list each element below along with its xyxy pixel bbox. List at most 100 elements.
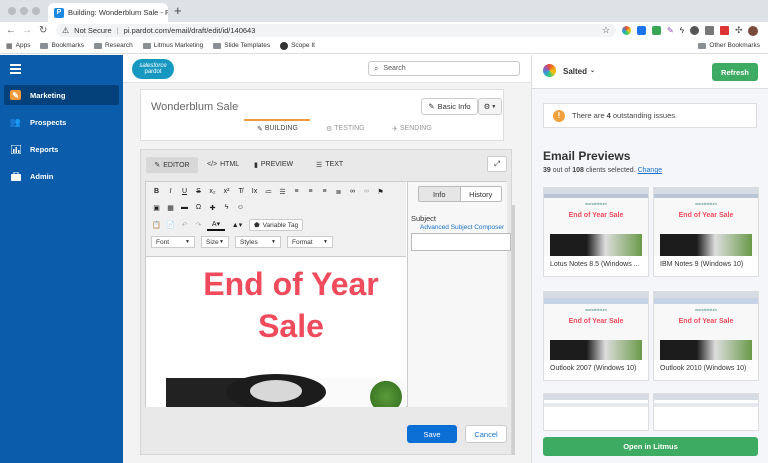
preview-card[interactable]: wonderblum End of Year Sale Lotus Notes … xyxy=(543,187,649,277)
back-icon[interactable]: ← xyxy=(6,25,16,36)
extension-icon[interactable]: ϟ xyxy=(680,26,684,35)
bookmark-star-icon[interactable]: ☆ xyxy=(602,25,610,36)
special-char-icon[interactable]: Ω xyxy=(193,202,204,213)
bookmark-litmus-marketing[interactable]: Litmus Marketing xyxy=(142,42,203,49)
tab-html[interactable]: </> HTML xyxy=(207,161,239,168)
basic-info-button[interactable]: ✎ Basic Info xyxy=(421,98,478,115)
align-right-icon[interactable]: ≡ xyxy=(319,186,330,197)
preview-card[interactable] xyxy=(653,393,759,431)
people-icon: 👥 xyxy=(9,116,22,127)
avatar[interactable] xyxy=(748,25,759,36)
email-canvas[interactable]: End of Year Sale xyxy=(146,258,406,407)
open-in-litmus-button[interactable]: Open in Litmus xyxy=(543,437,758,456)
font-select[interactable]: Font ▼ xyxy=(151,236,195,248)
align-center-icon[interactable]: ≡ xyxy=(305,186,316,197)
strikethrough-icon[interactable]: S xyxy=(193,186,204,197)
change-link[interactable]: Change xyxy=(638,167,663,174)
expand-icon[interactable]: ⤢ xyxy=(487,156,507,172)
bookmark-apps[interactable]: ▦ Apps xyxy=(6,42,30,50)
justify-icon[interactable]: ≣ xyxy=(333,186,344,197)
window-minimize-dot[interactable] xyxy=(20,7,28,15)
issues-banner[interactable]: ! There are 4 outstanding issues. xyxy=(543,103,757,128)
flag-icon[interactable]: ⚑ xyxy=(375,186,386,197)
new-tab-icon[interactable]: + xyxy=(174,3,182,18)
tab-preview[interactable]: ▮ PREVIEW xyxy=(254,161,293,169)
emoji-icon[interactable]: ☺ xyxy=(235,202,246,213)
bookmark-bookmarks[interactable]: Bookmarks xyxy=(40,42,84,49)
search-input[interactable]: ⌕ Search xyxy=(368,61,520,76)
step-building[interactable]: ✎ BUILDING xyxy=(257,125,298,133)
window-close-dot[interactable] xyxy=(8,7,16,15)
extension-icon[interactable] xyxy=(689,26,699,35)
unlink-icon[interactable]: ∞ xyxy=(361,186,372,197)
cancel-button[interactable]: Cancel xyxy=(465,425,507,443)
italic-icon[interactable]: I xyxy=(165,186,176,197)
superscript-icon[interactable]: x² xyxy=(221,186,232,197)
align-left-icon[interactable]: ≡ xyxy=(291,186,302,197)
extension-icon[interactable] xyxy=(652,26,661,35)
subscript-icon[interactable]: x₂ xyxy=(207,186,218,197)
reload-icon[interactable]: ↻ xyxy=(39,25,47,36)
link-icon[interactable]: ∞ xyxy=(347,186,358,197)
tab-text[interactable]: ☰ TEXT xyxy=(316,161,343,169)
subject-input[interactable] xyxy=(411,233,511,251)
text-color-icon[interactable]: A▾ xyxy=(207,220,225,231)
save-button[interactable]: Save xyxy=(407,425,457,443)
bold-icon[interactable]: B xyxy=(151,186,162,197)
window-maximize-dot[interactable] xyxy=(32,7,40,15)
tab-history[interactable]: History xyxy=(461,187,502,201)
kebab-menu-icon[interactable]: ⋮ xyxy=(764,25,768,36)
lightning-icon[interactable]: ϟ xyxy=(221,202,232,213)
horizontal-rule-icon[interactable]: ▬ xyxy=(179,202,190,213)
background-color-icon[interactable]: ▲▾ xyxy=(228,220,246,231)
other-bookmarks[interactable]: Other Bookmarks xyxy=(698,42,760,49)
image-icon[interactable]: ▣ xyxy=(151,202,162,213)
preview-card[interactable]: wonderblum End of Year Sale IBM Notes 9 … xyxy=(653,187,759,277)
preview-card[interactable]: wonderblum End of Year Sale Outlook 2010… xyxy=(653,291,759,381)
preview-card[interactable]: wonderblum End of Year Sale Outlook 2007… xyxy=(543,291,649,381)
settings-dropdown-button[interactable]: ⚙ ▼ xyxy=(478,98,502,115)
forward-icon[interactable]: → xyxy=(22,25,32,36)
hamburger-menu-icon[interactable] xyxy=(10,64,21,74)
variable-tag-button[interactable]: ⬟ Variable Tag xyxy=(249,219,304,231)
browser-tab[interactable]: P Building: Wonderblum Sale - P... ✕ xyxy=(48,3,168,22)
extension-icon[interactable] xyxy=(637,26,646,35)
step-sending[interactable]: ✈ SENDING xyxy=(392,125,432,133)
sidebar-item-prospects[interactable]: 👥 Prospects xyxy=(4,112,119,132)
format-select[interactable]: Format ▼ xyxy=(287,236,333,248)
workspace-dropdown[interactable]: Salted ⌄ xyxy=(563,67,595,76)
sidebar-item-reports[interactable]: Reports xyxy=(4,139,119,159)
tab-editor[interactable]: ✎ EDITOR xyxy=(146,157,198,173)
email-title: Wonderblum Sale xyxy=(151,101,239,113)
bullet-list-icon[interactable]: ☰ xyxy=(277,186,288,197)
bookmark-scope-it[interactable]: Scope It xyxy=(280,41,315,50)
underline-icon[interactable]: U xyxy=(179,186,190,197)
url-field[interactable]: ⚠ Not Secure | pi.pardot.com/email/draft… xyxy=(56,24,616,37)
preview-card[interactable] xyxy=(543,393,649,431)
sidebar-item-admin[interactable]: Admin xyxy=(4,166,119,186)
size-select[interactable]: Size ▼ xyxy=(201,236,229,248)
tab-info[interactable]: Info xyxy=(419,187,461,201)
bookmark-research[interactable]: Research xyxy=(93,42,133,49)
redo-icon[interactable]: ↷ xyxy=(193,220,204,231)
paste-text-icon[interactable]: 📄 xyxy=(165,220,176,231)
extension-icon[interactable] xyxy=(719,26,729,35)
advanced-subject-link[interactable]: Advanced Subject Composer xyxy=(420,224,504,231)
sidebar-item-marketing[interactable]: ✎ Marketing xyxy=(4,85,119,105)
clear-format-icon[interactable]: Ix xyxy=(249,186,260,197)
undo-icon[interactable]: ↶ xyxy=(179,220,190,231)
step-testing[interactable]: ⚙ TESTING xyxy=(326,125,365,133)
table-icon[interactable]: ▦ xyxy=(165,202,176,213)
scrollbar[interactable] xyxy=(512,205,515,455)
refresh-button[interactable]: Refresh xyxy=(712,63,758,81)
styles-select[interactable]: Styles ▼ xyxy=(235,236,281,248)
puzzle-icon[interactable]: ✣ xyxy=(735,25,743,36)
extension-icon[interactable]: ✎ xyxy=(667,26,674,35)
extension-icon[interactable] xyxy=(622,26,631,35)
remove-format-icon[interactable]: T̸ xyxy=(235,186,246,197)
paste-icon[interactable]: 📋 xyxy=(151,220,162,231)
add-block-icon[interactable]: ✚ xyxy=(207,202,218,213)
camera-icon[interactable] xyxy=(704,26,714,35)
numbered-list-icon[interactable]: ≔ xyxy=(263,186,274,197)
bookmark-slide-templates[interactable]: Slide Templates xyxy=(213,42,270,49)
